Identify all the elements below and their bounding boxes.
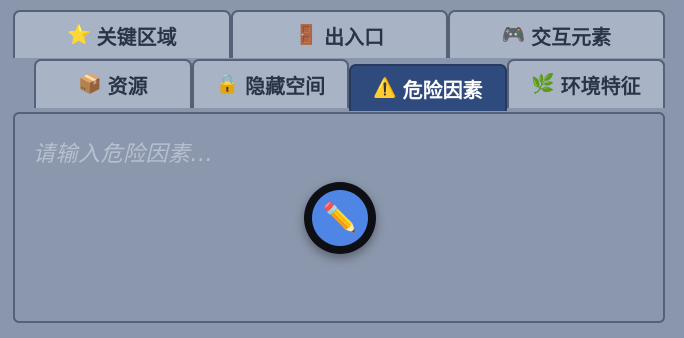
game-controller-icon: 🎮 (501, 23, 526, 46)
edit-button[interactable]: ✏️ (304, 182, 376, 254)
pencil-icon: ✏️ (322, 201, 358, 234)
tab-label: 关键区域 (96, 24, 177, 49)
tabbed-editor: ⭐ 关键区域 🚪 出入口 🎮 交互元素 📦 资源 🔒 隐藏空间 ⚠️ 危险因素 … (0, 0, 684, 338)
tab-hidden-spaces[interactable]: 🔒 隐藏空间 (192, 59, 349, 108)
warning-icon: ⚠️ (373, 77, 397, 99)
tab-resources[interactable]: 📦 资源 (34, 59, 192, 108)
tab-label: 危险因素 (402, 78, 483, 102)
lock-icon: 🔒 (215, 73, 240, 95)
tab-entrances[interactable]: 🚪 出入口 (231, 10, 448, 58)
tab-label: 隐藏空间 (245, 74, 326, 98)
tab-key-areas[interactable]: ⭐ 关键区域 (13, 10, 231, 58)
hazards-editor-panel[interactable]: 请输入危险因素... ✏️ (13, 112, 665, 323)
star-icon: ⭐ (67, 23, 91, 46)
tab-label: 交互元素 (531, 24, 612, 49)
herb-icon: 🌿 (531, 73, 555, 95)
tab-label: 出入口 (324, 24, 385, 49)
hazards-input-placeholder[interactable]: 请输入危险因素... (33, 136, 213, 168)
edit-button-face: ✏️ (312, 190, 368, 246)
door-icon: 🚪 (294, 23, 319, 46)
tab-hazards[interactable]: ⚠️ 危险因素 (349, 64, 507, 111)
tab-environment[interactable]: 🌿 环境特征 (507, 59, 665, 108)
tab-label: 资源 (107, 74, 148, 98)
package-icon: 📦 (78, 73, 102, 95)
tab-label: 环境特征 (560, 74, 641, 98)
tab-interactive-elements[interactable]: 🎮 交互元素 (448, 10, 665, 58)
